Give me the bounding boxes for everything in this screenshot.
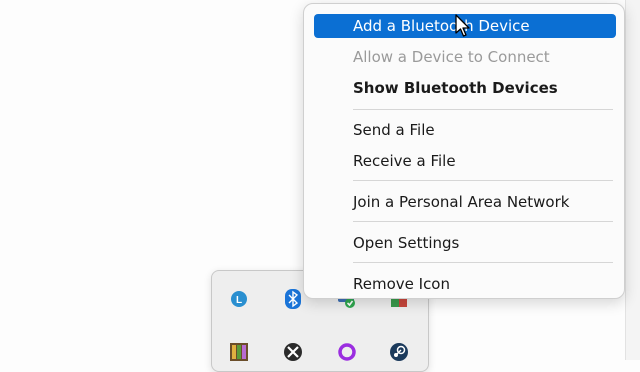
menu-item-allow-device-to-connect[interactable]: Allow a Device to Connect — [314, 45, 616, 69]
menu-item-send-file[interactable]: Send a File — [314, 118, 616, 142]
bluetooth-context-menu: Add a Bluetooth Device Allow a Device to… — [303, 3, 625, 299]
menu-separator — [353, 262, 613, 263]
menu-item-open-settings[interactable]: Open Settings — [314, 231, 616, 255]
menu-item-receive-file[interactable]: Receive a File — [314, 149, 616, 173]
svg-text:L: L — [236, 295, 242, 306]
menu-separator — [353, 221, 613, 222]
mouse-cursor-icon — [455, 14, 470, 37]
window-edge — [625, 0, 640, 360]
menu-item-label: Allow a Device to Connect — [353, 48, 550, 66]
menu-item-label: Send a File — [353, 121, 435, 139]
menu-item-label: Open Settings — [353, 234, 460, 252]
menu-item-label: Join a Personal Area Network — [353, 193, 570, 211]
menu-item-label: Show Bluetooth Devices — [353, 79, 558, 97]
clock-app-icon[interactable]: L — [228, 288, 250, 310]
menu-separator — [353, 109, 613, 110]
menu-item-label: Add a Bluetooth Device — [353, 17, 530, 35]
menu-item-show-bluetooth-devices[interactable]: Show Bluetooth Devices — [314, 76, 616, 100]
menu-separator — [353, 180, 613, 181]
menu-item-label: Remove Icon — [353, 275, 450, 293]
menu-item-join-personal-area-network[interactable]: Join a Personal Area Network — [314, 190, 616, 214]
bluetooth-icon[interactable] — [282, 288, 304, 310]
menu-item-remove-icon[interactable]: Remove Icon — [314, 272, 616, 296]
menu-item-label: Receive a File — [353, 152, 456, 170]
